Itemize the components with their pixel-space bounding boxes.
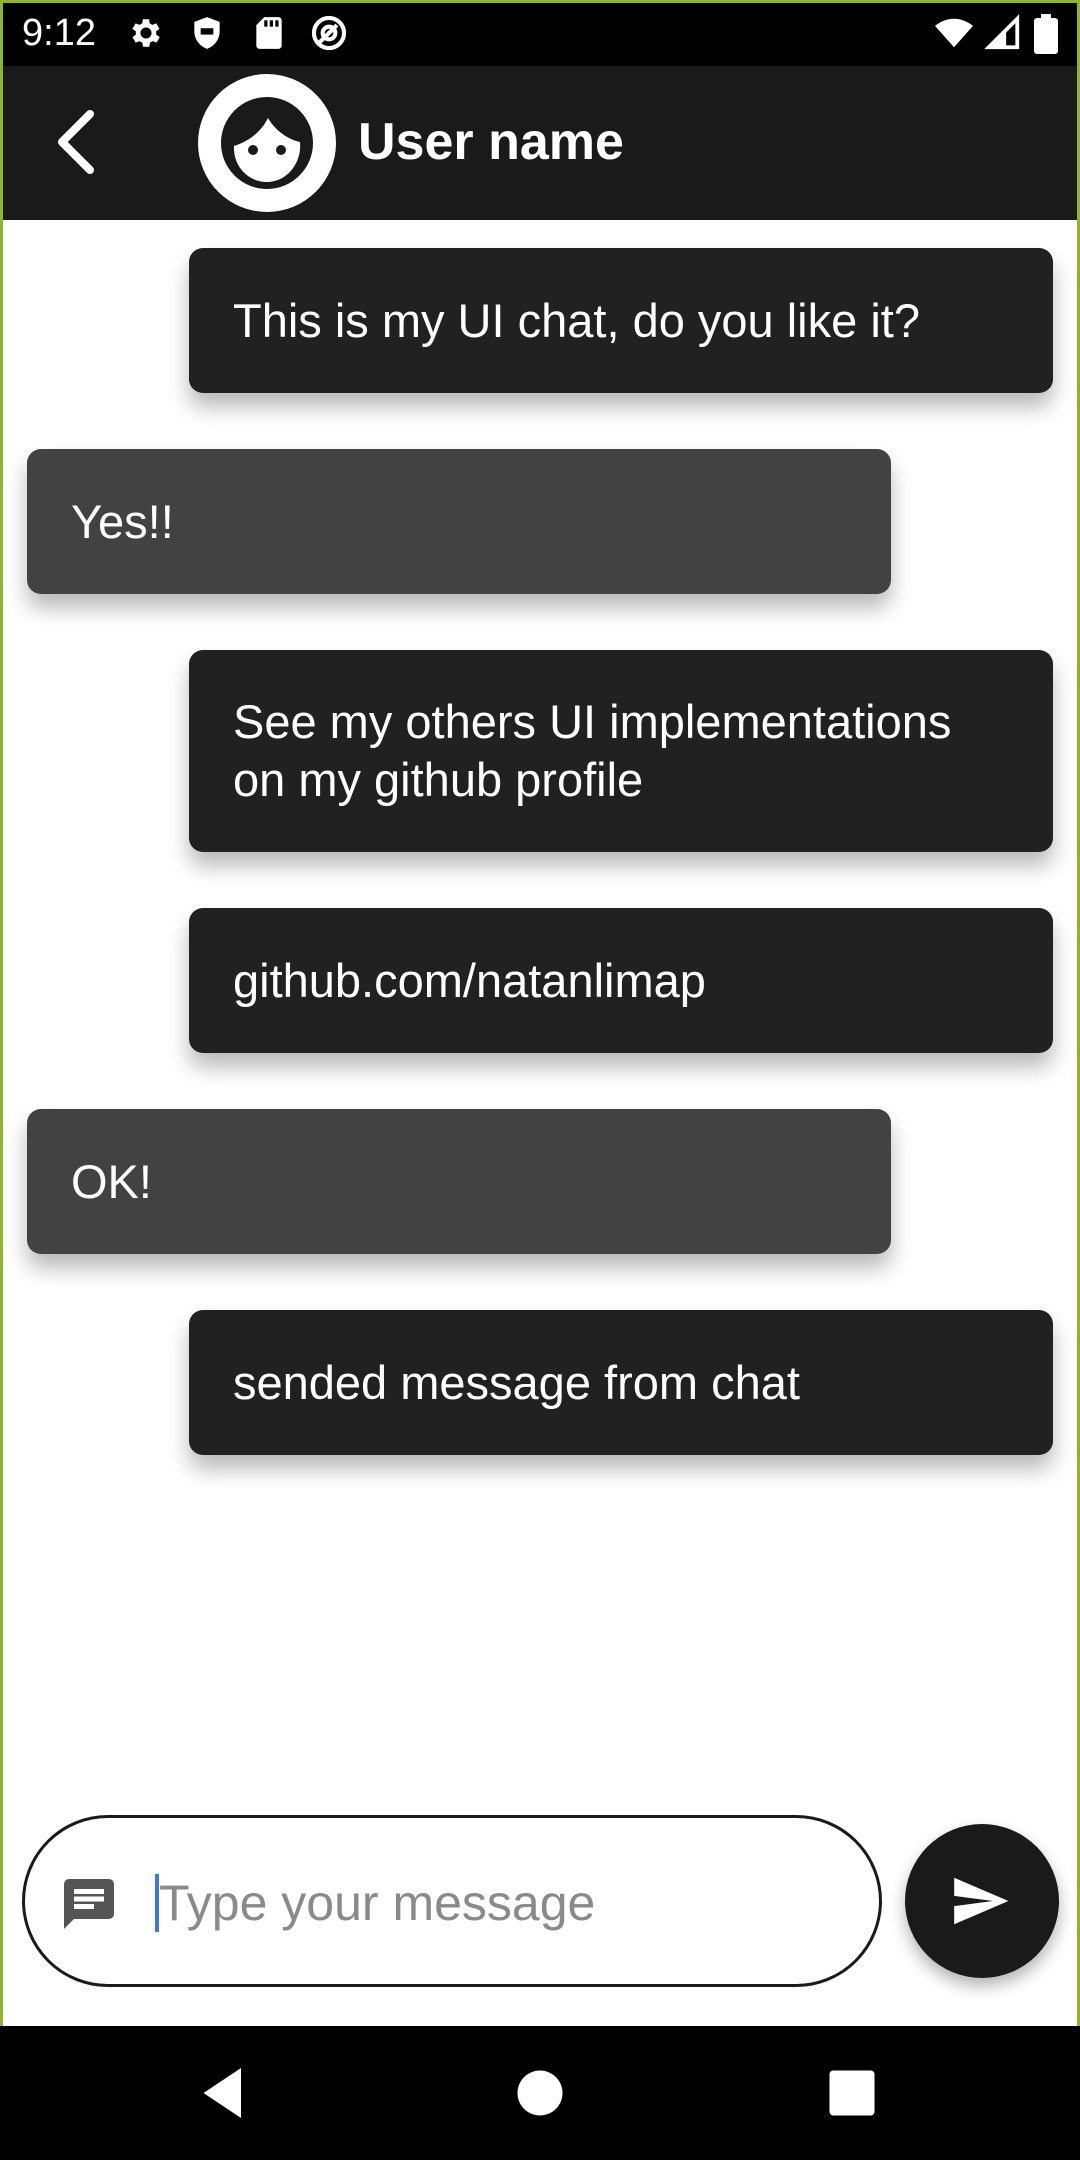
message-text: sended message from chat <box>233 1355 800 1409</box>
system-nav-bar <box>0 2026 1080 2160</box>
avatar[interactable] <box>198 74 336 212</box>
message-bubble-sent[interactable]: github.com/natanlimap <box>189 908 1053 1053</box>
cell-signal-icon <box>984 14 1022 52</box>
message-text: github.com/natanlimap <box>233 953 706 1007</box>
message-bubble-received[interactable]: OK! <box>27 1109 891 1254</box>
message-input[interactable] <box>153 1858 859 1948</box>
send-button[interactable] <box>905 1824 1059 1978</box>
wifi-icon <box>934 14 973 52</box>
message-bubble-sent[interactable]: See my others UI implementations on my g… <box>189 650 1053 852</box>
nav-home-button[interactable] <box>510 2063 570 2123</box>
chevron-left-icon <box>58 110 94 174</box>
sd-card-icon <box>250 14 288 52</box>
message-bubble-sent[interactable]: This is my UI chat, do you like it? <box>189 248 1053 393</box>
shield-icon <box>188 14 226 52</box>
chat-header: User name <box>0 66 1080 220</box>
status-time: 9:12 <box>22 12 96 54</box>
at-sign-icon <box>310 14 348 52</box>
nav-back-button[interactable] <box>196 2063 256 2123</box>
message-text: This is my UI chat, do you like it? <box>233 293 920 347</box>
message-bubble-sent[interactable]: sended message from chat <box>189 1310 1053 1455</box>
message-composer[interactable] <box>22 1815 882 1987</box>
send-icon <box>954 1877 1009 1925</box>
recents-square-icon <box>829 2070 875 2116</box>
face-avatar-icon <box>221 97 313 189</box>
message-text: OK! <box>71 1154 152 1208</box>
status-bar: 9:12 <box>0 0 1080 66</box>
home-circle-icon <box>517 2070 563 2116</box>
back-button[interactable] <box>40 102 120 182</box>
message-icon <box>59 1874 119 1934</box>
battery-icon <box>1034 14 1072 54</box>
back-triangle-icon <box>203 2068 241 2118</box>
message-bubble-received[interactable]: Yes!! <box>27 449 891 594</box>
message-text: See my others UI implementations on my g… <box>233 695 952 806</box>
gear-icon <box>127 14 165 52</box>
message-text: Yes!! <box>71 494 174 548</box>
nav-recents-button[interactable] <box>822 2063 882 2123</box>
chat-user-name: User name <box>358 113 624 171</box>
